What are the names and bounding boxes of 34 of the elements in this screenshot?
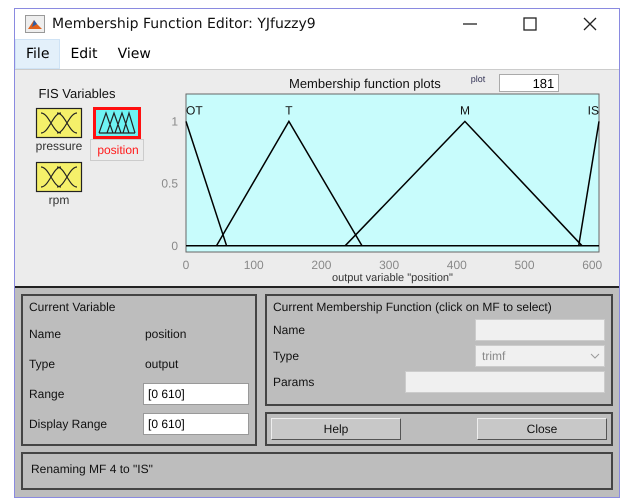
x-tick-label: 100	[244, 258, 264, 272]
field-label: Params	[273, 375, 316, 389]
chart-title: Membership function plots	[289, 76, 441, 90]
x-tick-label: 400	[446, 258, 467, 272]
panel-title: Current Membership Function (click on MF to select)	[273, 300, 553, 314]
y-tick-label: 1	[171, 114, 178, 128]
x-tick-label: 200	[311, 258, 332, 272]
mf-label: M	[460, 103, 470, 118]
x-axis-label: output variable "position"	[332, 272, 453, 284]
status-text: Renaming MF 4 to "IS"	[31, 462, 153, 476]
x-tick-label: 500	[514, 258, 535, 272]
y-tick-label: 0	[171, 238, 178, 253]
mf-label: OT	[186, 103, 203, 118]
points-label: plot	[470, 74, 486, 84]
field-label: Display Range	[29, 417, 108, 431]
field-value: output	[145, 357, 178, 371]
mf-label: IS	[588, 103, 599, 118]
field-label: Range	[29, 387, 66, 401]
y-tick-label: 0.5	[161, 176, 178, 191]
x-tick-label: 600	[582, 258, 602, 272]
x-tick-label: 0	[182, 258, 190, 272]
field-label: Name	[29, 327, 62, 341]
panel-title: Current Variable	[29, 300, 116, 314]
variable-label: rpm	[48, 193, 70, 207]
window-title: Membership Function Editor: YJfuzzy9	[52, 16, 316, 32]
variable-label: position	[90, 139, 144, 161]
field-value: position	[145, 327, 186, 341]
mf-label: T	[285, 103, 293, 118]
panel-title: FIS Variables	[38, 86, 116, 101]
field-label: Type	[273, 349, 300, 363]
field-label: Name	[273, 323, 306, 337]
field-label: Type	[29, 357, 56, 371]
variable-label: pressure	[36, 139, 82, 153]
x-tick-label: 300	[379, 258, 400, 272]
